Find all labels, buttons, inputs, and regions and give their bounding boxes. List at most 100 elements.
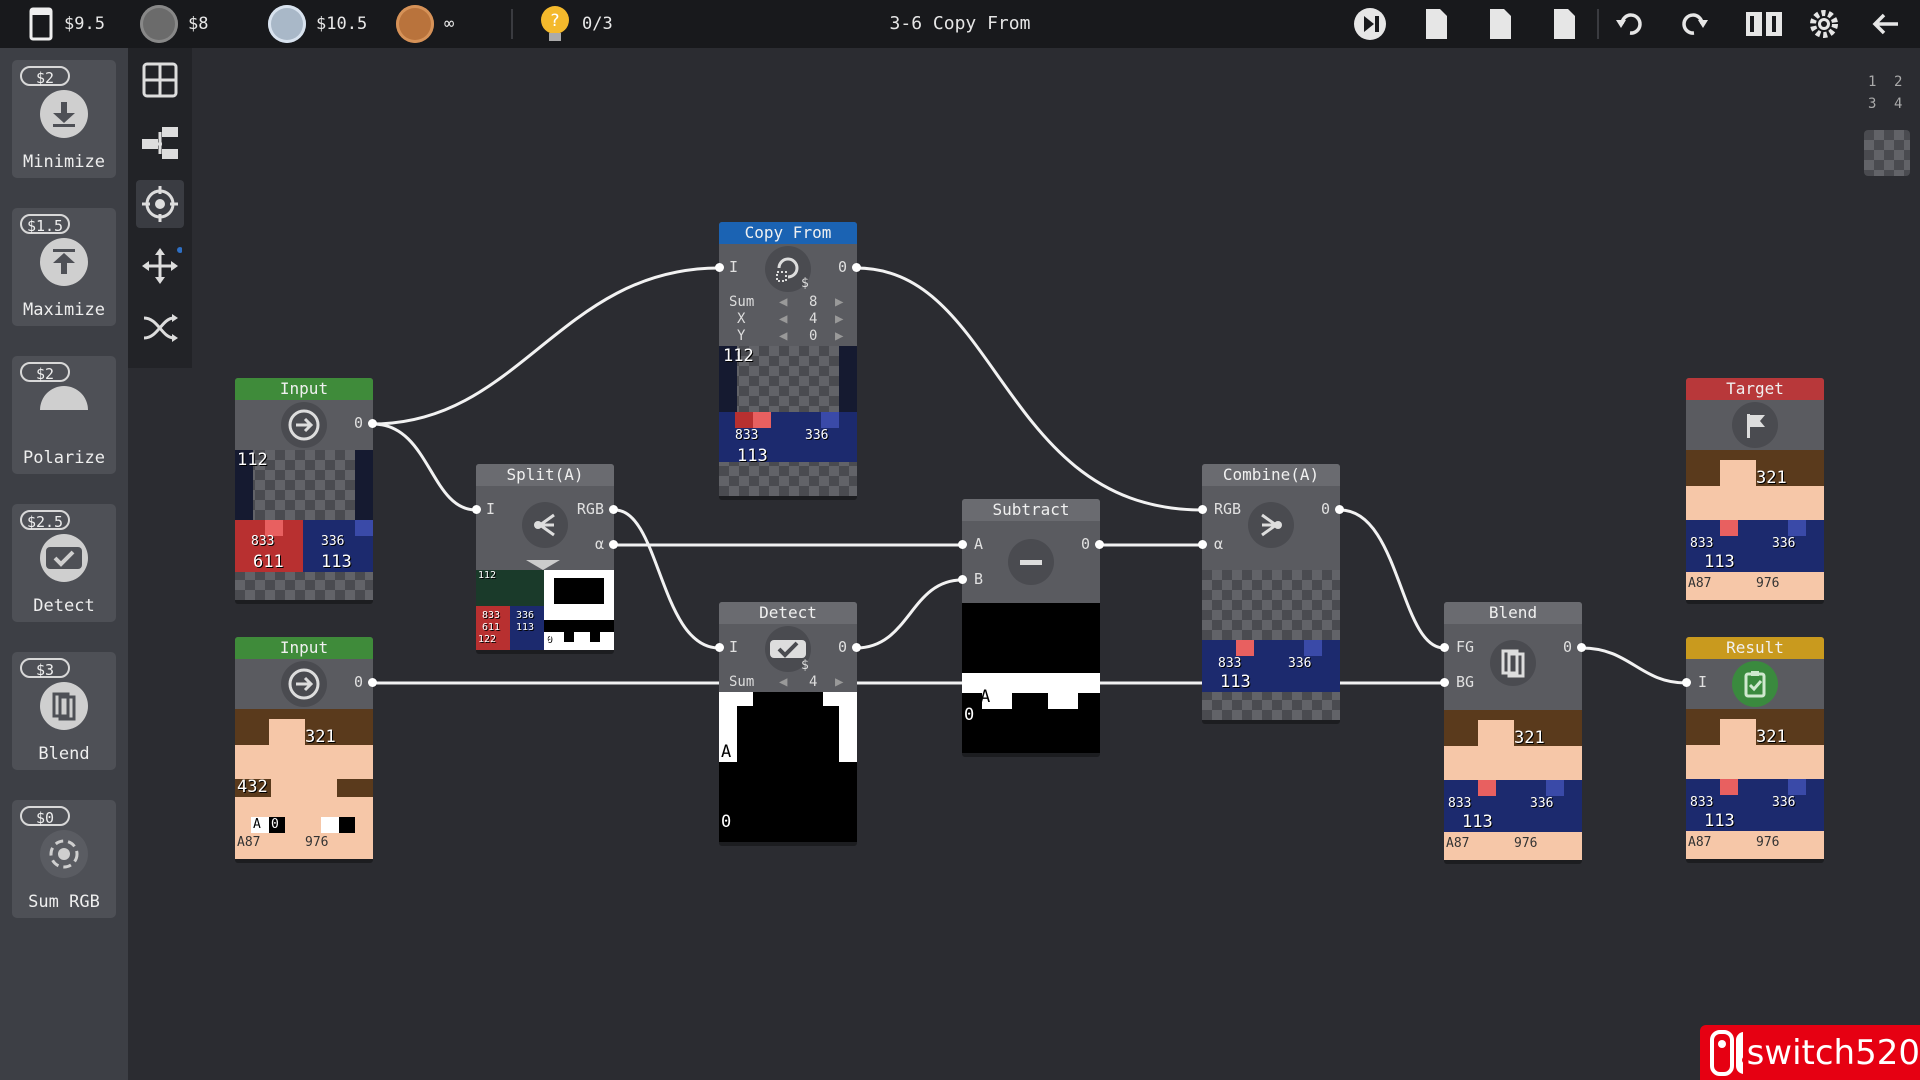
node-title: Input xyxy=(235,378,373,400)
layer-3[interactable]: 3 xyxy=(1868,96,1876,112)
output-port[interactable] xyxy=(1577,643,1586,652)
value-label: 113 xyxy=(516,622,535,633)
value-label: A87 xyxy=(1688,835,1712,850)
increment-icon[interactable]: ▶ xyxy=(835,328,843,344)
output-port[interactable] xyxy=(852,643,861,652)
node-copy-from[interactable]: Copy From I 0 $ Sum ◀ 8 ▶ X ◀ 4 ▶ Y ◀ 0 ▶ 112 833… xyxy=(715,222,861,496)
input-port-bg[interactable] xyxy=(1440,678,1449,687)
output-port[interactable] xyxy=(1095,540,1104,549)
input-port-alpha[interactable] xyxy=(1198,540,1207,549)
value-label: 976 xyxy=(1514,836,1538,851)
node-combine[interactable]: Combine(A) RGB α 0 833 336 113 xyxy=(1198,464,1344,720)
node-input-2[interactable]: Input 0 321 432 A 0 A87 976 xyxy=(235,637,377,859)
node-title: Target xyxy=(1686,378,1824,400)
decrement-icon[interactable]: ◀ xyxy=(779,311,787,327)
input-port-a[interactable] xyxy=(958,540,967,549)
split-icon xyxy=(522,502,568,548)
output-port[interactable] xyxy=(368,419,377,428)
value-label: 113 xyxy=(1220,672,1251,692)
port-label-out: 0 xyxy=(1320,500,1330,518)
port-label-out: 0 xyxy=(1080,535,1090,553)
value-label: 113 xyxy=(1704,811,1735,831)
node-result[interactable]: Result I 321 833 336 113 A87 976 xyxy=(1682,637,1824,859)
node-detect[interactable]: Detect I 0 $ Sum ◀ 4 ▶ A 0 xyxy=(715,602,861,842)
node-split[interactable]: Split(A) I RGB α 112 833 611 336 113 122… xyxy=(472,464,618,650)
preview-image: 321 833 336 113 A87 976 xyxy=(1444,710,1582,860)
preview-image: 112 833 336 113 xyxy=(719,346,857,496)
value-label: 336 xyxy=(1772,536,1796,551)
value-label: 833 xyxy=(735,428,759,443)
value-label: A xyxy=(253,817,261,832)
output-port-alpha[interactable] xyxy=(609,540,618,549)
value-label: 611 xyxy=(253,552,284,572)
input-port[interactable] xyxy=(715,263,724,272)
value-label: 336 xyxy=(516,610,535,621)
value-label: A87 xyxy=(237,835,261,850)
node-blend[interactable]: Blend FG BG 0 321 833 336 113 A87 976 xyxy=(1440,602,1586,860)
input-port-b[interactable] xyxy=(958,575,967,584)
preview-image: A 0 xyxy=(719,692,857,842)
layer-2[interactable]: 2 xyxy=(1894,74,1902,90)
port-label-out: 0 xyxy=(837,258,847,276)
value-label: 321 xyxy=(1756,468,1787,488)
transparency-toggle-icon[interactable] xyxy=(1864,130,1910,176)
decrement-icon[interactable]: ◀ xyxy=(779,294,787,310)
param-y[interactable]: Y ◀ 0 ▶ xyxy=(719,328,857,344)
value-label: 833 xyxy=(1218,656,1242,671)
node-title: Combine(A) xyxy=(1202,464,1340,486)
layer-1[interactable]: 1 xyxy=(1868,74,1876,90)
value-label: 0 xyxy=(546,634,553,645)
port-label-out: 0 xyxy=(353,673,363,691)
value-label: 336 xyxy=(1772,795,1796,810)
input-port[interactable] xyxy=(1682,678,1691,687)
port-label-rgb: RGB xyxy=(576,500,604,518)
layer-4[interactable]: 4 xyxy=(1894,96,1902,112)
decrement-icon[interactable]: ◀ xyxy=(779,674,787,690)
param-sum[interactable]: Sum ◀ 8 ▶ xyxy=(719,294,857,310)
port-label-rgb: RGB xyxy=(1214,500,1242,518)
minus-icon xyxy=(1008,539,1054,585)
increment-icon[interactable]: ▶ xyxy=(835,674,843,690)
input-port-fg[interactable] xyxy=(1440,643,1449,652)
input-port[interactable] xyxy=(472,505,481,514)
value-label: 336 xyxy=(1288,656,1312,671)
node-title: Result xyxy=(1686,637,1824,659)
node-input-1[interactable]: Input 0 112 833 336 611 113 xyxy=(235,378,377,600)
value-label: 833 xyxy=(251,534,275,549)
node-title: Subtract xyxy=(962,499,1100,521)
increment-icon[interactable]: ▶ xyxy=(835,294,843,310)
param-x[interactable]: X ◀ 4 ▶ xyxy=(719,311,857,327)
preview-rgb: 112 833 611 336 113 122 xyxy=(476,570,544,650)
output-port[interactable] xyxy=(852,263,861,272)
output-port[interactable] xyxy=(1335,505,1344,514)
port-label-in: I xyxy=(729,258,739,276)
output-port[interactable] xyxy=(368,678,377,687)
preview-image: 321 432 A 0 A87 976 xyxy=(235,709,373,859)
clipboard-check-icon xyxy=(1732,661,1778,707)
decrement-icon[interactable]: ◀ xyxy=(779,328,787,344)
value-label: 0 xyxy=(721,812,732,832)
value-label: 112 xyxy=(478,570,497,581)
node-title: Detect xyxy=(719,602,857,624)
node-subtract[interactable]: Subtract A B 0 A 0 xyxy=(958,499,1104,753)
value-label: 113 xyxy=(1462,812,1493,832)
node-target[interactable]: Target 321 833 336 113 A87 976 xyxy=(1686,378,1824,600)
dropdown-icon[interactable] xyxy=(526,560,560,570)
value-label: 113 xyxy=(321,552,352,572)
input-port-rgb[interactable] xyxy=(1198,505,1207,514)
port-label-alpha: α xyxy=(1214,535,1224,553)
value-label: A xyxy=(980,687,991,707)
node-title: Copy From xyxy=(719,222,857,244)
wire-split-rgb-detect xyxy=(614,508,720,650)
preview-image: 112 833 336 611 113 xyxy=(235,450,373,600)
param-sum[interactable]: Sum ◀ 4 ▶ xyxy=(719,674,857,690)
output-port-rgb[interactable] xyxy=(609,505,618,514)
increment-icon[interactable]: ▶ xyxy=(835,311,843,327)
preview-image: 321 833 336 113 A87 976 xyxy=(1686,709,1824,859)
layer-selector[interactable]: 1 2 3 4 xyxy=(1862,72,1910,120)
port-label-alpha: α xyxy=(594,535,604,553)
arrow-in-icon xyxy=(281,402,327,448)
input-port[interactable] xyxy=(715,643,724,652)
value-label: 0 xyxy=(271,817,279,832)
value-label: 321 xyxy=(305,727,336,747)
